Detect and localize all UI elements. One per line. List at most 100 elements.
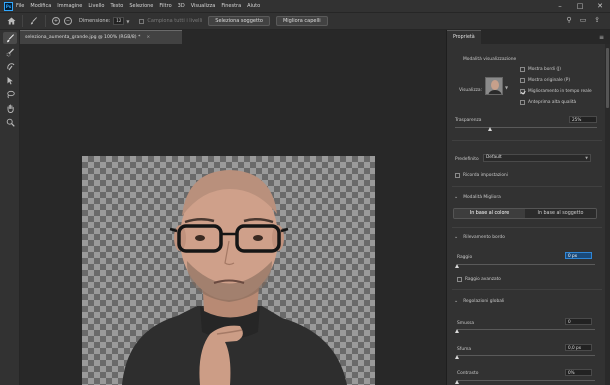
feather-slider[interactable] — [455, 355, 595, 359]
view-dropdown-chevron-icon[interactable]: ▼ — [505, 85, 508, 90]
menu-item-visualizza[interactable]: Visualizza — [191, 3, 216, 9]
refine-mode-header[interactable]: ⌄ Modalità Migliora — [447, 194, 610, 200]
panel-tab-bar: Proprietà ≡ — [447, 30, 610, 44]
radius-label-text: Raggio — [457, 255, 473, 260]
transparency-slider-handle[interactable] — [488, 127, 492, 131]
lasso-icon[interactable] — [3, 88, 17, 100]
refine-mode-color-button[interactable]: In base al colore — [454, 209, 525, 218]
document-canvas[interactable] — [82, 156, 375, 385]
view-label: Visualizza: — [459, 87, 482, 93]
contrast-label: Contrasto — [457, 370, 478, 376]
menu-item-aiuto[interactable]: Aiuto — [247, 3, 260, 9]
remember-settings-checkbox[interactable]: Ricorda impostazioni — [455, 173, 508, 178]
divider — [452, 227, 602, 228]
remember-settings-label: Ricorda impostazioni — [463, 173, 508, 178]
refine-mode-title: Modalità Migliora — [463, 194, 501, 200]
menu-item-file[interactable]: File — [16, 3, 24, 9]
menu-item-finestra[interactable]: Finestra — [221, 3, 241, 9]
maximize-icon[interactable]: □ — [570, 2, 590, 10]
refine-mode-object-button[interactable]: In base al soggetto — [525, 209, 596, 218]
close-icon[interactable]: ✕ — [590, 2, 610, 10]
edge-detection-header[interactable]: ⌄ Rilevamento bordo — [447, 234, 610, 240]
refine-edge-icon[interactable] — [3, 60, 17, 72]
smart-radius-checkbox[interactable]: Raggio avanzato — [457, 277, 501, 282]
checkbox-checked-icon — [520, 89, 525, 94]
menu-item-modifica[interactable]: Modifica — [30, 3, 51, 9]
tab-properties[interactable]: Proprietà — [447, 30, 481, 44]
chevron-down-icon: ⌄ — [454, 234, 459, 240]
show-original-checkbox[interactable]: Mostra originale (P) — [520, 78, 570, 83]
options-bar-right: ⚲ ▭ ⇪ — [562, 16, 604, 24]
quick-selection-icon[interactable] — [3, 46, 17, 58]
zoom-icon[interactable] — [3, 116, 17, 128]
share-icon[interactable]: ⇪ — [590, 16, 604, 24]
radius-input[interactable]: 0 px — [565, 252, 592, 259]
document-tab[interactable]: seleziona_aumenta_grande.jpg @ 100% (RGB… — [20, 30, 182, 44]
preset-select-value: Default — [486, 155, 502, 160]
view-mode-title-label: Modalità visualizzazione — [463, 57, 517, 62]
contrast-slider[interactable] — [455, 380, 595, 384]
realtime-refine-checkbox[interactable]: Miglioramento in tempo reale — [520, 89, 592, 94]
hand-icon[interactable] — [3, 102, 17, 114]
sample-all-layers-label: Campiona tutti i livelli — [147, 18, 203, 24]
search-icon[interactable]: ⚲ — [562, 16, 576, 24]
feather-input[interactable]: 0,0 px — [565, 344, 592, 351]
menu-item-selezione[interactable]: Selezione — [129, 3, 153, 9]
chevron-down-icon[interactable]: ▼ — [126, 19, 129, 24]
smooth-input[interactable]: 0 — [565, 318, 592, 325]
refine-hair-button[interactable]: Migliora capelli — [275, 16, 328, 26]
brush-icon[interactable] — [27, 14, 41, 28]
options-bar: + − Dimensione: 12 ▼ Campiona tutti i li… — [0, 12, 610, 30]
brush-add-icon[interactable]: + — [52, 17, 60, 25]
smooth-label-text: Smussa — [457, 321, 475, 326]
menu-item-3d[interactable]: 3D — [178, 3, 185, 9]
preset-select[interactable]: Default ▼ — [483, 154, 591, 162]
smooth-slider[interactable] — [455, 329, 595, 333]
menu-item-filtro[interactable]: Filtro — [159, 3, 171, 9]
smooth-slider-handle[interactable] — [455, 329, 459, 333]
menu-item-livello[interactable]: Livello — [88, 3, 104, 9]
canvas-area[interactable] — [20, 44, 446, 385]
edge-detection-title: Rilevamento bordo — [463, 234, 505, 240]
show-edges-checkbox[interactable]: Mostra bordi (J) — [520, 67, 561, 72]
minimize-icon[interactable]: – — [550, 2, 570, 10]
high-quality-label: Anteprima alta qualità — [528, 100, 577, 105]
checkbox-icon — [455, 173, 460, 178]
checkbox-icon — [520, 78, 525, 83]
brush-subtract-icon[interactable]: − — [64, 17, 72, 25]
radius-slider-handle[interactable] — [455, 264, 459, 268]
feather-label-text: Sfuma — [457, 347, 472, 352]
chevron-down-icon: ⌄ — [454, 194, 459, 200]
radius-slider[interactable] — [455, 264, 595, 268]
transparency-input[interactable]: 25% — [569, 116, 597, 123]
workspace-icon[interactable]: ▭ — [576, 16, 590, 24]
close-tab-icon[interactable]: × — [146, 35, 150, 40]
photoshop-window: Ps File Modifica Immagine Livello Testo Selez… — [0, 0, 610, 385]
menu-item-immagine[interactable]: Immagine — [57, 3, 82, 9]
view-label-text: Visualizza: — [459, 88, 483, 93]
contrast-input[interactable]: 0% — [565, 369, 592, 376]
divider — [452, 140, 602, 141]
refine-mode-toggle: In base al colore In base al soggetto — [453, 208, 597, 219]
separator — [45, 15, 46, 27]
global-adjustments-header[interactable]: ⌄ Regolazioni globali — [447, 298, 610, 304]
home-icon[interactable] — [4, 14, 18, 28]
realtime-refine-label: Miglioramento in tempo reale — [528, 89, 592, 94]
scrollbar-thumb[interactable] — [606, 48, 609, 108]
high-quality-checkbox[interactable]: Anteprima alta qualità — [520, 100, 576, 105]
brush-icon[interactable] — [3, 32, 17, 44]
window-controls: – □ ✕ — [550, 0, 610, 12]
sample-all-layers-checkbox[interactable]: Campiona tutti i livelli — [139, 18, 202, 24]
feather-slider-handle[interactable] — [455, 355, 459, 359]
transparency-slider[interactable] — [455, 127, 597, 131]
divider — [452, 289, 602, 290]
select-subject-button[interactable]: Seleziona soggetto — [208, 16, 270, 26]
menu-item-testo[interactable]: Testo — [110, 3, 123, 9]
contrast-slider-handle[interactable] — [455, 380, 459, 384]
panel-menu-icon[interactable]: ≡ — [599, 34, 604, 41]
panel-scrollbar[interactable] — [605, 44, 610, 385]
size-input[interactable]: 12 — [113, 17, 125, 25]
object-select-icon[interactable] — [3, 74, 17, 86]
view-mode-thumbnail[interactable] — [485, 77, 503, 95]
chevron-down-icon: ⌄ — [454, 298, 459, 304]
